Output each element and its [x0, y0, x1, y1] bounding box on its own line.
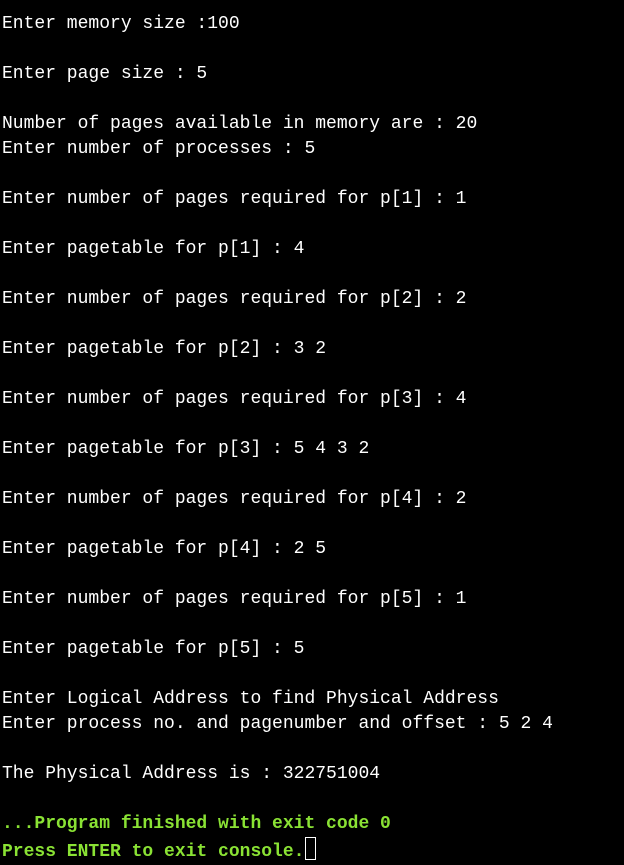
console-line: Enter process no. and pagenumber and off… [2, 714, 553, 734]
exit-prompt-line: Press ENTER to exit console. [2, 837, 624, 862]
console-line: Enter number of pages required for p[3] … [2, 389, 467, 409]
console-line: Enter pagetable for p[4] : 2 5 [2, 539, 327, 559]
console-line: The Physical Address is : 322751004 [2, 764, 381, 784]
console-line: Enter memory size :100 [2, 14, 240, 34]
program-finished-message: ...Program finished with exit code 0 [2, 814, 391, 834]
console-line: Enter pagetable for p[2] : 3 2 [2, 339, 327, 359]
console-line: Enter page size : 5 [2, 64, 208, 84]
console-line: Enter pagetable for p[5] : 5 [2, 639, 305, 659]
exit-prompt-text: Press ENTER to exit console. [2, 842, 305, 862]
console-line: Enter number of processes : 5 [2, 139, 316, 159]
console-line: Enter number of pages required for p[4] … [2, 489, 467, 509]
console-line: Enter Logical Address to find Physical A… [2, 689, 499, 709]
console-line: Enter number of pages required for p[2] … [2, 289, 467, 309]
terminal-output: Enter memory size :100 Enter page size :… [2, 12, 624, 862]
console-line: Enter pagetable for p[3] : 5 4 3 2 [2, 439, 370, 459]
console-line: Number of pages available in memory are … [2, 114, 478, 134]
text-cursor[interactable] [305, 837, 317, 860]
console-line: Enter number of pages required for p[1] … [2, 189, 467, 209]
console-line: Enter number of pages required for p[5] … [2, 589, 467, 609]
console-line: Enter pagetable for p[1] : 4 [2, 239, 305, 259]
